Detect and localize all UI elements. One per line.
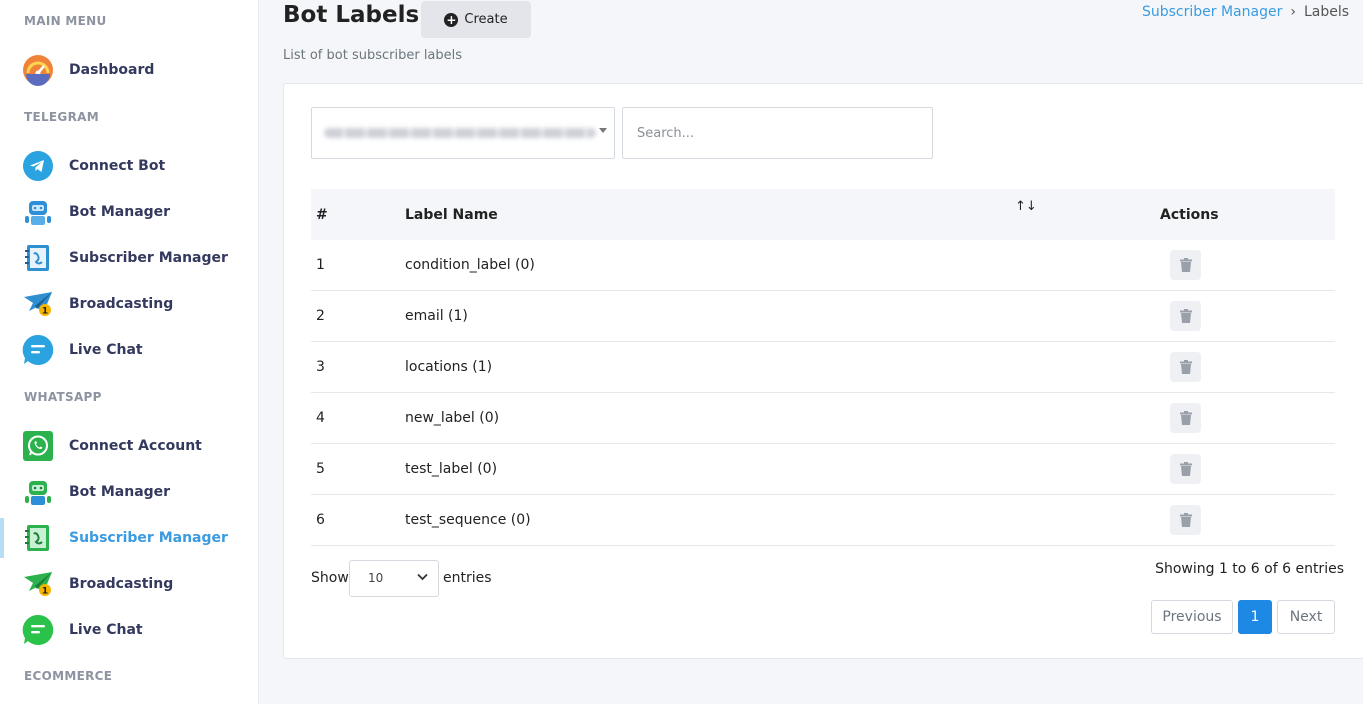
robot-icon xyxy=(22,476,54,508)
sidebar: MAIN MENU Dashboard TELEGRAM Connect Bot… xyxy=(0,0,259,704)
page-subtitle: List of bot subscriber labels xyxy=(283,48,463,63)
trash-icon xyxy=(1179,462,1192,476)
label-name: locations (1) xyxy=(405,359,493,375)
svg-text:1: 1 xyxy=(42,307,48,317)
breadcrumb: Subscriber Manager › Labels xyxy=(1142,4,1349,20)
paper-plane-icon: 1 xyxy=(22,288,54,320)
entries-label: entries xyxy=(443,570,492,586)
chat-bubble-icon xyxy=(22,614,54,646)
sidebar-item-label: Connect Account xyxy=(69,438,202,454)
section-main-menu: MAIN MENU xyxy=(24,14,107,28)
trash-icon xyxy=(1179,309,1192,323)
table-row: 2 email (1) xyxy=(311,291,1335,342)
row-number: 5 xyxy=(316,461,325,477)
sidebar-item-connect-account[interactable]: Connect Account xyxy=(0,424,258,468)
row-number: 6 xyxy=(316,512,325,528)
whatsapp-icon xyxy=(22,430,54,462)
search-input[interactable] xyxy=(622,107,933,159)
chat-bubble-icon xyxy=(22,334,54,366)
paper-plane-icon: 1 xyxy=(22,568,54,600)
contacts-book-icon xyxy=(22,242,54,274)
delete-button[interactable] xyxy=(1170,454,1201,484)
sidebar-item-label: Subscriber Manager xyxy=(69,250,228,266)
label-name: condition_label (0) xyxy=(405,257,535,273)
delete-button[interactable] xyxy=(1170,352,1201,382)
sidebar-item-wa-live-chat[interactable]: Live Chat xyxy=(0,608,258,652)
sidebar-item-label: Subscriber Manager xyxy=(69,530,228,546)
column-header-actions: Actions xyxy=(1160,207,1219,223)
table-row: 5 test_label (0) xyxy=(311,444,1335,495)
contacts-book-icon xyxy=(22,522,54,554)
delete-button[interactable] xyxy=(1170,403,1201,433)
section-telegram: TELEGRAM xyxy=(24,110,99,124)
table-row: 3 locations (1) xyxy=(311,342,1335,393)
sidebar-item-label: Broadcasting xyxy=(69,576,174,592)
svg-text:1: 1 xyxy=(42,587,48,597)
trash-icon xyxy=(1179,513,1192,527)
sidebar-item-label: Bot Manager xyxy=(69,204,171,220)
chevron-down-icon xyxy=(417,573,428,581)
row-number: 4 xyxy=(316,410,325,426)
delete-button[interactable] xyxy=(1170,301,1201,331)
bot-select-value xyxy=(324,128,596,138)
table-info: Showing 1 to 6 of 6 entries xyxy=(1155,561,1344,577)
previous-button[interactable]: Previous xyxy=(1151,600,1233,634)
breadcrumb-separator: › xyxy=(1290,4,1296,20)
column-header-label-name[interactable]: Label Name xyxy=(405,207,498,223)
page-1-button[interactable]: 1 xyxy=(1238,600,1272,634)
trash-icon xyxy=(1179,258,1192,272)
sidebar-item-label: Dashboard xyxy=(69,62,155,78)
sidebar-item-bot-manager[interactable]: Bot Manager xyxy=(0,190,258,234)
delete-button[interactable] xyxy=(1170,505,1201,535)
table-row: 1 condition_label (0) xyxy=(311,240,1335,291)
sidebar-item-label: Live Chat xyxy=(69,342,143,358)
sidebar-item-label: Connect Bot xyxy=(69,158,166,174)
caret-down-icon xyxy=(599,128,607,133)
page-title: Bot Labels xyxy=(283,2,420,28)
sidebar-item-subscriber-manager[interactable]: Subscriber Manager xyxy=(0,236,258,280)
robot-icon xyxy=(22,196,54,228)
show-label: Show xyxy=(311,570,349,586)
create-button-label: Create xyxy=(464,12,508,27)
speedometer-icon xyxy=(22,54,54,86)
breadcrumb-parent-link[interactable]: Subscriber Manager xyxy=(1142,4,1282,20)
telegram-icon xyxy=(22,150,54,182)
label-name: email (1) xyxy=(405,308,468,324)
sidebar-item-wa-subscriber-manager[interactable]: Subscriber Manager xyxy=(0,516,258,560)
trash-icon xyxy=(1179,411,1192,425)
section-ecommerce: ECOMMERCE xyxy=(24,669,113,683)
trash-icon xyxy=(1179,360,1192,374)
row-number: 1 xyxy=(316,257,325,273)
labels-card: # Label Name ↑↓ Actions 1 condition_labe… xyxy=(283,83,1363,659)
sort-icon[interactable]: ↑↓ xyxy=(1015,199,1037,214)
sidebar-item-label: Bot Manager xyxy=(69,484,171,500)
bot-select[interactable] xyxy=(311,107,615,159)
page-length-value: 10 xyxy=(368,571,384,585)
row-number: 3 xyxy=(316,359,325,375)
sidebar-item-broadcasting[interactable]: 1 Broadcasting xyxy=(0,282,258,326)
label-name: new_label (0) xyxy=(405,410,500,426)
breadcrumb-current: Labels xyxy=(1303,4,1349,20)
pagination: Previous 1 Next xyxy=(1151,600,1335,634)
table-header: # Label Name ↑↓ Actions xyxy=(311,189,1335,240)
sidebar-item-wa-bot-manager[interactable]: Bot Manager xyxy=(0,470,258,514)
sidebar-item-dashboard[interactable]: Dashboard xyxy=(0,48,258,92)
column-header-number: # xyxy=(316,207,328,223)
next-button[interactable]: Next xyxy=(1277,600,1335,634)
row-number: 2 xyxy=(316,308,325,324)
label-name: test_sequence (0) xyxy=(405,512,531,528)
table-row: 6 test_sequence (0) xyxy=(311,495,1335,546)
create-button[interactable]: + Create xyxy=(421,1,531,38)
page-length-select[interactable]: 10 xyxy=(349,560,439,597)
label-name: test_label (0) xyxy=(405,461,498,477)
sidebar-item-connect-bot[interactable]: Connect Bot xyxy=(0,144,258,188)
plus-circle-icon: + xyxy=(444,12,459,27)
section-whatsapp: WHATSAPP xyxy=(24,390,102,404)
sidebar-item-wa-broadcasting[interactable]: 1 Broadcasting xyxy=(0,562,258,606)
sidebar-item-live-chat[interactable]: Live Chat xyxy=(0,328,258,372)
sidebar-item-label: Broadcasting xyxy=(69,296,174,312)
sidebar-item-label: Live Chat xyxy=(69,622,143,638)
table-row: 4 new_label (0) xyxy=(311,393,1335,444)
delete-button[interactable] xyxy=(1170,250,1201,280)
